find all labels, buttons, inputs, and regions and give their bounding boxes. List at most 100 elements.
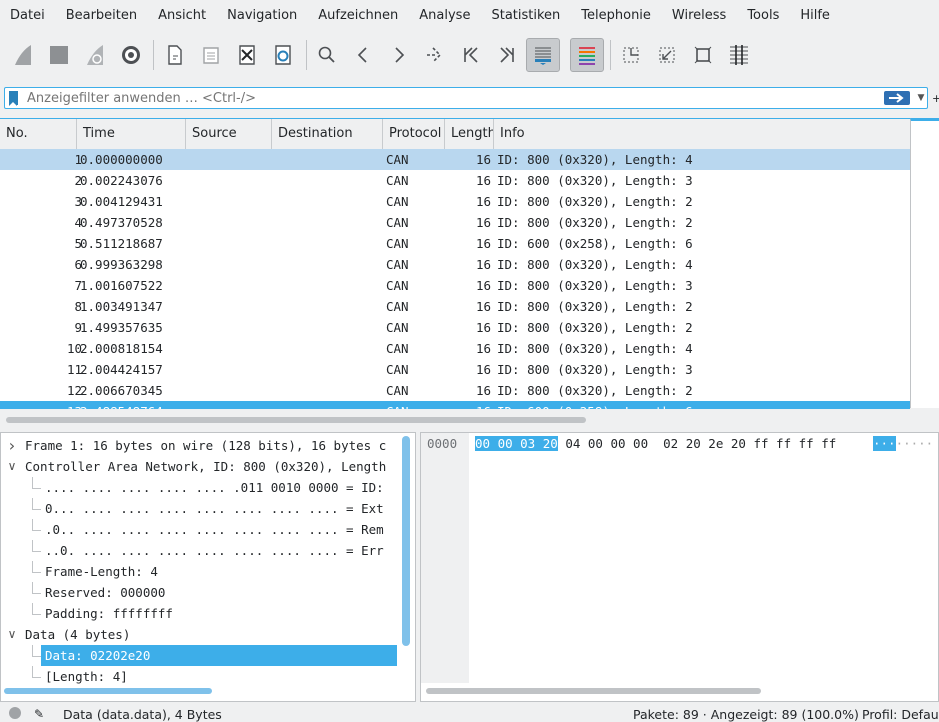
forward-icon[interactable] — [382, 38, 416, 72]
ascii-dump-line[interactable]: ········ — [873, 435, 933, 453]
apply-filter-button[interactable] — [884, 91, 910, 105]
column-header-source[interactable]: Source — [186, 119, 272, 149]
detail-tree-item[interactable]: Reserved: 000000 — [45, 582, 165, 603]
packet-row[interactable]: 1 0.000000000 CAN 16 ID: 800 (0x320), Length… — [0, 149, 910, 170]
autoscroll-icon[interactable] — [526, 38, 560, 72]
packet-row[interactable]: 4 0.497370528 CAN 16 ID: 800 (0x320), Length… — [0, 212, 910, 233]
add-filter-button[interactable]: + — [932, 92, 939, 105]
menu-item-wireless[interactable]: Wireless — [662, 0, 737, 32]
packet-details-tree: › Frame 1: 16 bytes on wire (128 bits), 1… — [0, 432, 416, 702]
detail-tree-item[interactable]: .... .... .... .... .... .011 0010 0000 … — [45, 477, 384, 498]
packet-no: 6 — [74, 257, 82, 272]
column-header-info[interactable]: Info — [494, 119, 910, 149]
reload-icon[interactable] — [266, 38, 300, 72]
expert-info-icon[interactable] — [9, 707, 21, 719]
details-vscrollbar[interactable] — [402, 436, 410, 680]
packet-row[interactable]: 132.488548764 CAN 16 ID: 600 (0x258), Lengt… — [0, 401, 910, 409]
packet-row[interactable]: 9 1.499357635 CAN 16 ID: 800 (0x320), Length… — [0, 317, 910, 338]
packet-info: ID: 600 (0x258), Length: 6 — [497, 401, 693, 409]
column-header-length[interactable]: Length — [445, 119, 494, 149]
menu-item-aufzeichnen[interactable]: Aufzeichnen — [308, 0, 409, 32]
zoom-out-icon[interactable] — [650, 38, 684, 72]
packet-row[interactable]: 12 2.006670345 CAN 16 ID: 800 (0x320), Lengt… — [0, 380, 910, 401]
filter-history-dropdown[interactable]: ▼ — [916, 91, 926, 105]
menu-item-analyse[interactable]: Analyse — [409, 0, 481, 32]
menu-bar: Datei Bearbeiten Ansicht Navigation Aufzeich… — [0, 0, 939, 32]
hex-dump-line[interactable]: 00 00 03 20 04 00 00 00 02 20 2e 20 ff f… — [475, 435, 836, 453]
save-file-icon[interactable] — [194, 38, 228, 72]
open-file-icon[interactable] — [158, 38, 192, 72]
packet-length: 16 — [475, 173, 491, 188]
edit-comment-icon[interactable]: ✎ — [34, 707, 44, 721]
packet-no: 5 — [74, 236, 82, 251]
column-header-destination[interactable]: Destination — [272, 119, 383, 149]
ascii-highlight: ··· — [873, 436, 896, 451]
detail-tree-item[interactable]: [Length: 4] — [45, 666, 128, 687]
detail-tree-item[interactable]: Frame-Length: 4 — [45, 561, 158, 582]
menu-item-tools[interactable]: Tools — [737, 0, 790, 32]
menu-item-navigation[interactable]: Navigation — [217, 0, 308, 32]
shark-fin-start-icon[interactable] — [6, 38, 40, 72]
packet-row[interactable]: 2 0.002243076 CAN 16 ID: 800 (0x320), Length… — [0, 170, 910, 191]
display-filter-input[interactable] — [27, 89, 867, 107]
details-hscrollbar[interactable] — [4, 688, 212, 694]
detail-tree-item[interactable]: Data (4 bytes) — [25, 624, 130, 645]
packet-row[interactable]: 8 1.003491347 CAN 16 ID: 800 (0x320), Length… — [0, 296, 910, 317]
colorize-icon[interactable] — [570, 38, 604, 72]
packet-row[interactable]: 5 0.511218687 CAN 16 ID: 600 (0x258), Length… — [0, 233, 910, 254]
last-packet-icon[interactable] — [490, 38, 524, 72]
packet-protocol: CAN — [386, 299, 409, 314]
packet-row[interactable]: 6 0.999363298 CAN 16 ID: 800 (0x320), Length… — [0, 254, 910, 275]
bookmark-icon[interactable] — [9, 91, 18, 106]
packet-length: 16 — [475, 362, 491, 377]
packet-row[interactable]: 10 2.000818154 CAN 16 ID: 800 (0x320), Lengt… — [0, 338, 910, 359]
bytes-hscrollbar[interactable] — [426, 688, 761, 694]
detail-tree-item[interactable]: 0... .... .... .... .... .... .... .... … — [45, 498, 384, 519]
packet-list-hscrollbar[interactable] — [0, 410, 939, 430]
detail-tree-item[interactable]: Controller Area Network, ID: 800 (0x320)… — [25, 456, 386, 477]
go-to-packet-icon[interactable] — [418, 38, 452, 72]
packet-info: ID: 800 (0x320), Length: 2 — [497, 194, 693, 209]
stop-icon[interactable] — [42, 38, 76, 72]
packet-time: 0.511218687 — [80, 236, 163, 251]
tree-guide-line — [32, 666, 41, 678]
main-toolbar — [0, 34, 939, 78]
tree-guide-line — [32, 477, 41, 489]
menu-item-hilfe[interactable]: Hilfe — [790, 0, 841, 32]
menu-item-bearbeiten[interactable]: Bearbeiten — [56, 0, 148, 32]
menu-item-ansicht[interactable]: Ansicht — [148, 0, 217, 32]
packet-length: 16 — [475, 215, 491, 230]
packet-row[interactable]: 3 0.004129431 CAN 16 ID: 800 (0x320), Length… — [0, 191, 910, 212]
zoom-in-icon[interactable] — [614, 38, 648, 72]
detail-tree-item[interactable]: ..0. .... .... .... .... .... .... .... … — [45, 540, 384, 561]
column-header-time[interactable]: Time — [77, 119, 186, 149]
ascii-rest: ····· — [895, 436, 934, 451]
chevron-right-icon[interactable]: › — [5, 435, 19, 456]
packet-row[interactable]: 11 2.004424157 CAN 16 ID: 800 (0x320), Lengt… — [0, 359, 910, 380]
chevron-down-icon[interactable]: ∨ — [5, 624, 19, 645]
detail-tree-item[interactable]: Padding: ffffffff — [45, 603, 173, 624]
detail-tree-item[interactable]: .0.. .... .... .... .... .... .... .... … — [45, 519, 384, 540]
menu-item-statistiken[interactable]: Statistiken — [481, 0, 571, 32]
menu-item-datei[interactable]: Datei — [0, 0, 56, 32]
detail-tree-item[interactable]: Data: 02202e20 — [41, 645, 397, 666]
chevron-down-icon[interactable]: ∨ — [5, 456, 19, 477]
first-packet-icon[interactable] — [454, 38, 488, 72]
search-icon[interactable] — [310, 38, 344, 72]
packet-minimap[interactable] — [910, 118, 939, 408]
packet-no: 4 — [74, 215, 82, 230]
packet-time: 2.004424157 — [80, 362, 163, 377]
packet-protocol: CAN — [386, 173, 409, 188]
restart-icon[interactable] — [78, 38, 112, 72]
back-icon[interactable] — [346, 38, 380, 72]
detail-tree-item[interactable]: Frame 1: 16 bytes on wire (128 bits), 16… — [25, 435, 386, 456]
close-file-icon[interactable] — [230, 38, 264, 72]
packet-protocol: CAN — [386, 215, 409, 230]
resize-columns-icon[interactable] — [722, 38, 756, 72]
gear-icon[interactable] — [114, 38, 148, 72]
column-header-protocol[interactable]: Protocol — [383, 119, 445, 149]
packet-row[interactable]: 7 1.001607522 CAN 16 ID: 800 (0x320), Length… — [0, 275, 910, 296]
menu-item-telephonie[interactable]: Telephonie — [571, 0, 662, 32]
column-header-no[interactable]: No. — [0, 119, 77, 149]
normal-size-icon[interactable] — [686, 38, 720, 72]
